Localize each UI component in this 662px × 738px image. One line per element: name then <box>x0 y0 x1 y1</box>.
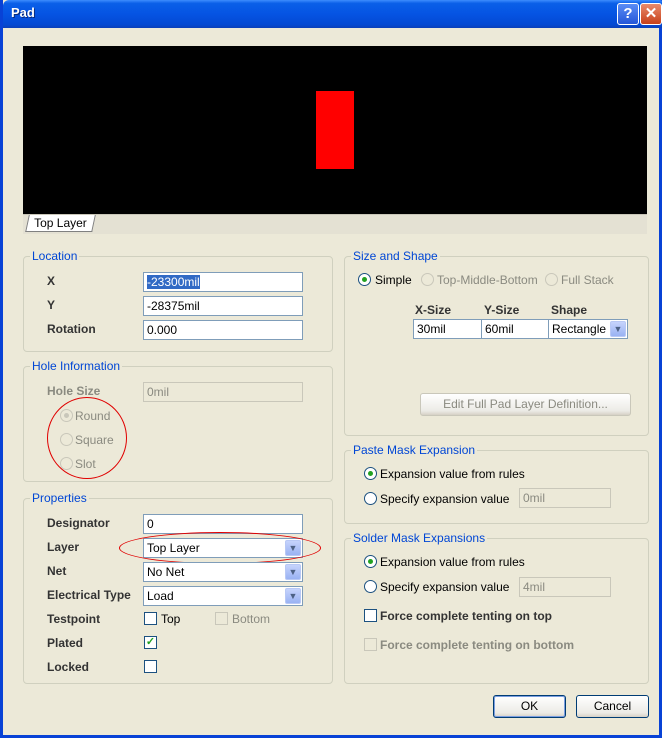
paste-from-rules-radio[interactable] <box>364 467 377 480</box>
hole-size-input[interactable]: 0mil <box>143 382 303 402</box>
solder-from-rules-label: Expansion value from rules <box>380 555 525 569</box>
pad-dialog: Pad ? ✕ Top Layer Location X -23300mil Y… <box>0 0 662 738</box>
help-icon: ? <box>623 5 633 22</box>
testpoint-top-label: Top <box>161 612 181 626</box>
annotation-ellipse-hole <box>47 397 127 479</box>
paste-value-input[interactable]: 0mil <box>519 488 611 508</box>
rotation-label: Rotation <box>47 322 96 336</box>
cancel-button[interactable]: Cancel <box>576 695 649 718</box>
locked-checkbox[interactable] <box>144 660 157 673</box>
testpoint-top-checkbox[interactable] <box>144 612 157 625</box>
title-bar: Pad ? ✕ <box>3 0 662 28</box>
hole-size-label: Hole Size <box>47 384 101 398</box>
net-label: Net <box>47 564 67 578</box>
col-shape: Shape <box>551 303 588 317</box>
paste-from-rules-label: Expansion value from rules <box>380 467 525 481</box>
locked-label: Locked <box>47 660 90 674</box>
chevron-down-icon[interactable]: ▼ <box>285 588 301 604</box>
check-icon: ✓ <box>145 636 156 648</box>
ysize-cell[interactable]: 60mil <box>481 319 549 339</box>
pad-preview <box>23 46 647 214</box>
tent-bottom-checkbox[interactable] <box>364 638 377 651</box>
chevron-down-icon[interactable]: ▼ <box>285 564 301 580</box>
ok-button[interactable]: OK <box>493 695 566 718</box>
close-button[interactable]: ✕ <box>640 3 662 25</box>
plated-label: Plated <box>47 636 84 650</box>
designator-label: Designator <box>47 516 110 530</box>
electrical-type-label: Electrical Type <box>47 588 131 602</box>
tent-top-checkbox[interactable] <box>364 609 377 622</box>
edit-full-pad-layer-button[interactable]: Edit Full Pad Layer Definition... <box>420 393 631 416</box>
net-select[interactable]: No Net ▼ <box>143 562 303 582</box>
designator-input[interactable]: 0 <box>143 514 303 534</box>
location-title: Location <box>30 249 80 263</box>
paste-specify-label: Specify expansion value <box>380 492 510 506</box>
paste-mask-group: Paste Mask Expansion <box>344 443 649 524</box>
testpoint-bottom-label: Bottom <box>232 612 271 626</box>
solder-specify-radio[interactable] <box>364 580 377 593</box>
solder-value-input[interactable]: 4mil <box>519 577 611 597</box>
simple-label: Simple <box>375 273 412 287</box>
rotation-input[interactable]: 0.000 <box>143 320 303 340</box>
window-title: Pad <box>11 5 35 20</box>
paste-mask-title: Paste Mask Expansion <box>351 443 478 457</box>
size-shape-title: Size and Shape <box>351 249 440 263</box>
col-xsize: X-Size <box>415 303 452 317</box>
tmb-label: Top-Middle-Bottom <box>437 273 538 287</box>
close-icon: ✕ <box>644 5 658 22</box>
help-button[interactable]: ? <box>617 3 639 25</box>
col-ysize: Y-Size <box>484 303 520 317</box>
chevron-down-icon[interactable]: ▼ <box>610 321 626 337</box>
electrical-type-select[interactable]: Load ▼ <box>143 586 303 606</box>
layer-label: Layer <box>47 540 80 554</box>
full-stack-radio[interactable] <box>545 273 558 286</box>
testpoint-bottom-checkbox[interactable] <box>215 612 228 625</box>
y-label: Y <box>47 298 56 312</box>
full-stack-label: Full Stack <box>561 273 614 287</box>
x-input[interactable]: -23300mil <box>143 272 303 292</box>
plated-checkbox[interactable]: ✓ <box>144 636 157 649</box>
tab-top-layer[interactable]: Top Layer <box>25 215 96 232</box>
paste-specify-radio[interactable] <box>364 492 377 505</box>
solder-from-rules-radio[interactable] <box>364 555 377 568</box>
tent-bottom-label: Force complete tenting on bottom <box>380 638 574 652</box>
tmb-radio[interactable] <box>421 273 434 286</box>
annotation-ellipse-layer <box>119 532 321 564</box>
solder-mask-title: Solder Mask Expansions <box>351 531 488 545</box>
x-label: X <box>47 274 56 288</box>
simple-radio[interactable] <box>358 273 371 286</box>
solder-specify-label: Specify expansion value <box>380 580 510 594</box>
pad-shape <box>316 91 354 169</box>
xsize-cell[interactable]: 30mil <box>413 319 482 339</box>
properties-title: Properties <box>30 491 89 505</box>
testpoint-label: Testpoint <box>47 612 101 626</box>
hole-info-title: Hole Information <box>30 359 123 373</box>
tent-top-label: Force complete tenting on top <box>380 609 553 623</box>
shape-select[interactable]: Rectangle ▼ <box>548 319 628 339</box>
y-input[interactable]: -28375mil <box>143 296 303 316</box>
layer-tabstrip: Top Layer <box>23 214 647 234</box>
